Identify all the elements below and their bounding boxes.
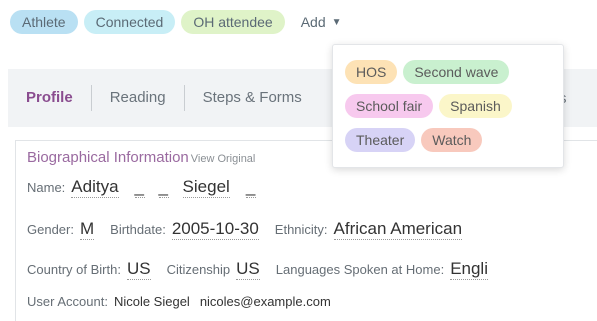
dropdown-row: HOS Second wave xyxy=(345,60,510,84)
ethnicity-label: Ethnicity: xyxy=(274,222,328,237)
tag-row: Athlete Connected OH attendee Add ▼ xyxy=(10,10,342,34)
add-label: Add xyxy=(300,14,326,30)
dropdown-row: School fair Spanish xyxy=(345,94,512,118)
ethnicity-value[interactable]: African American xyxy=(333,219,463,240)
tag-oh-attendee[interactable]: OH attendee xyxy=(181,10,285,34)
last-name-value[interactable]: Siegel xyxy=(182,177,230,198)
add-tag-dropdown: HOS Second wave School fair Spanish Thea… xyxy=(332,44,564,168)
tag-option-spanish[interactable]: Spanish xyxy=(439,94,512,118)
birthdate-label: Birthdate: xyxy=(110,222,166,237)
suffix-value[interactable]: _ xyxy=(245,177,256,198)
name-row: Name: Aditya _ _ Siegel _ xyxy=(27,177,270,198)
first-name-value[interactable]: Aditya xyxy=(71,177,119,198)
country-value[interactable]: US xyxy=(126,259,151,280)
tag-option-school-fair[interactable]: School fair xyxy=(345,94,434,118)
citizenship-value[interactable]: US xyxy=(236,259,260,280)
tag-option-hos[interactable]: HOS xyxy=(345,60,398,84)
add-tag-button[interactable]: Add ▼ xyxy=(301,14,342,30)
middle-name-value[interactable]: _ xyxy=(134,177,145,198)
tag-option-watch[interactable]: Watch xyxy=(421,128,483,152)
tab-reading[interactable]: Reading xyxy=(92,85,184,111)
nickname-value[interactable]: _ xyxy=(158,177,169,198)
tag-option-theater[interactable]: Theater xyxy=(345,128,416,152)
birthdate-value[interactable]: 2005-10-30 xyxy=(171,219,259,240)
tag-option-second-wave[interactable]: Second wave xyxy=(403,60,510,84)
name-label: Name: xyxy=(27,180,66,195)
dropdown-row: Theater Watch xyxy=(345,128,483,152)
citizenship-label: Citizenship xyxy=(166,262,231,277)
tag-athlete[interactable]: Athlete xyxy=(10,10,78,34)
section-title: Biographical Information View Original xyxy=(27,149,255,166)
tab-profile[interactable]: Profile xyxy=(8,85,91,111)
demographics-row: Gender: M Birthdate: 2005-10-30 Ethnicit… xyxy=(27,219,478,240)
languages-label: Languages Spoken at Home: xyxy=(275,262,445,277)
view-original-link[interactable]: View Original xyxy=(191,153,256,165)
account-name: Nicole Siegel xyxy=(113,294,190,309)
gender-value[interactable]: M xyxy=(79,219,95,240)
bio-title: Biographical Information xyxy=(27,149,189,166)
tab-steps-forms[interactable]: Steps & Forms xyxy=(185,85,320,111)
gender-label: Gender: xyxy=(27,222,74,237)
account-row: User Account: Nicole Siegel nicoles@exam… xyxy=(27,294,341,309)
country-label: Country of Birth: xyxy=(27,262,121,277)
tag-connected[interactable]: Connected xyxy=(83,10,176,34)
account-label: User Account: xyxy=(27,294,108,309)
caret-down-icon: ▼ xyxy=(331,16,342,28)
citizenship-row: Country of Birth: US Citizenship US Lang… xyxy=(27,259,504,280)
account-email: nicoles@example.com xyxy=(199,294,331,309)
languages-value[interactable]: Engli xyxy=(450,259,488,280)
